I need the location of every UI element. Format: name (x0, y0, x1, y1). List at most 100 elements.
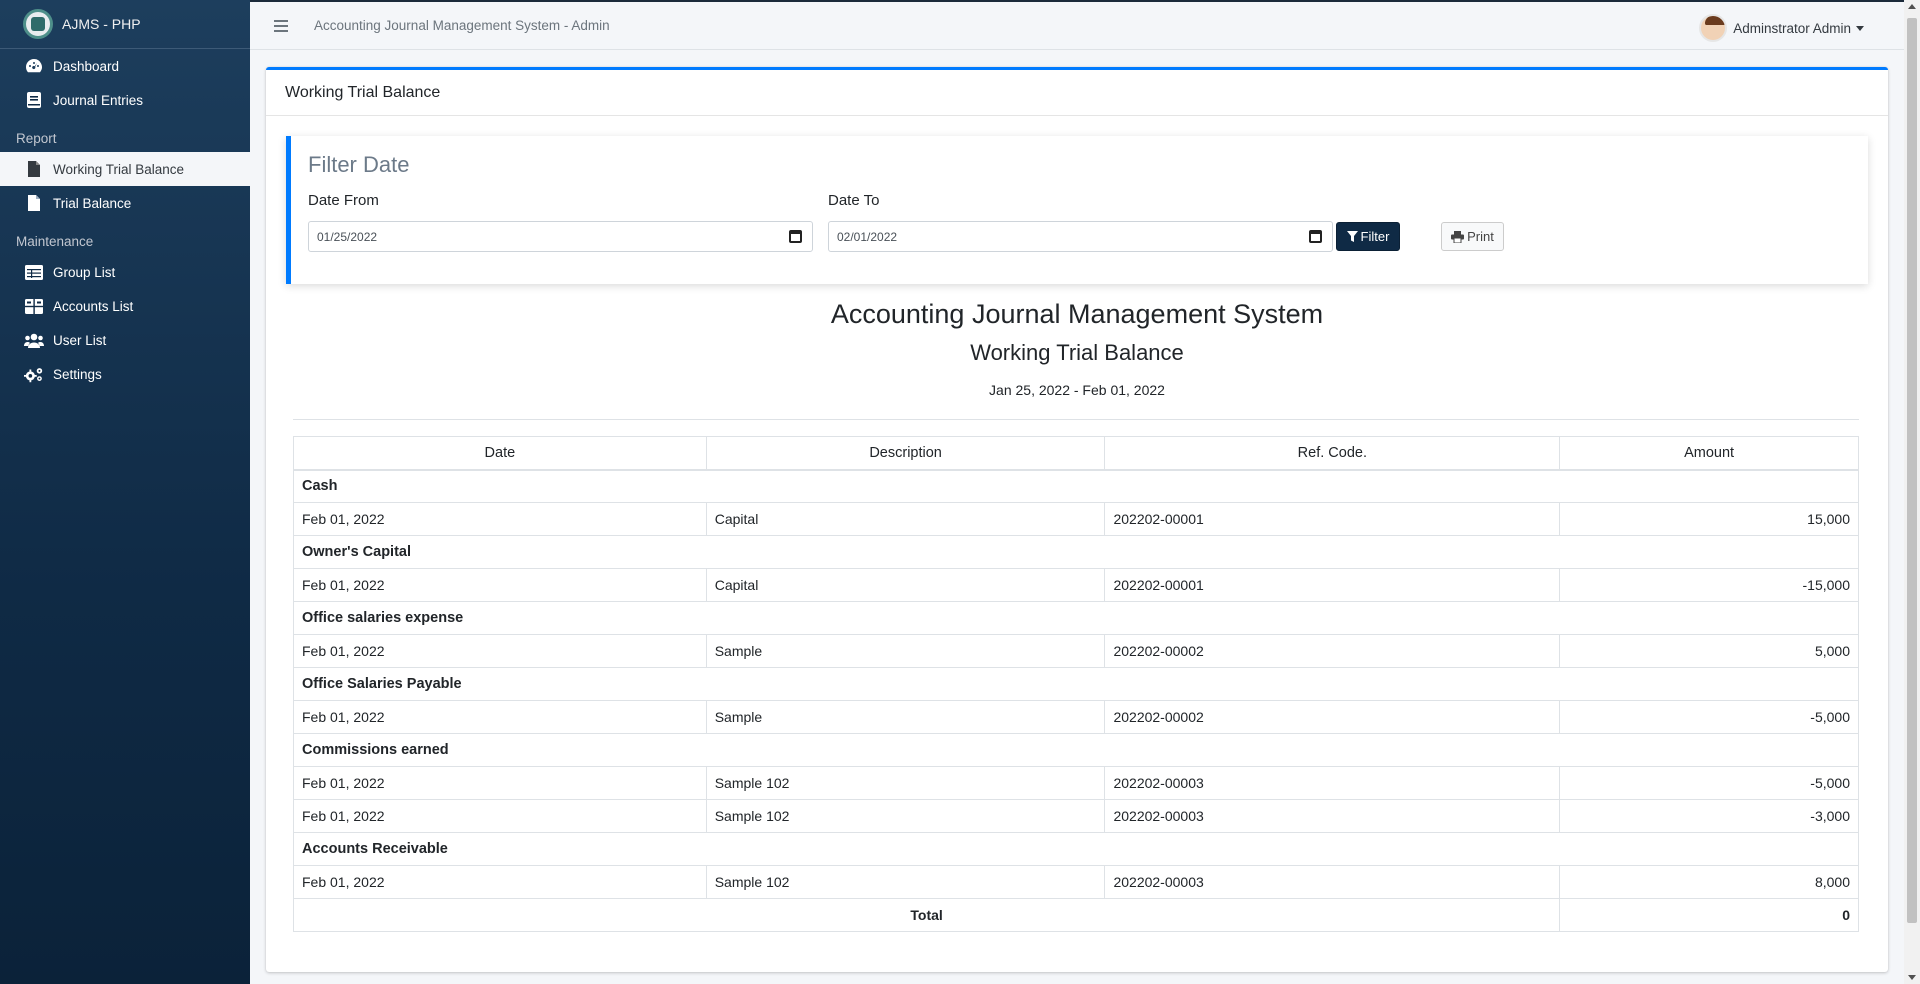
scrollbar-thumb[interactable] (1907, 18, 1917, 923)
sidebar-item-label: Group List (53, 264, 116, 280)
date-to-input[interactable]: 02/01/2022 (828, 221, 1333, 252)
date-to-label: Date To (828, 192, 880, 209)
sidebar-item-trial-balance[interactable]: Trial Balance (0, 186, 250, 220)
user-name: Adminstrator Admin (1733, 20, 1851, 36)
sidebar-item-working-trial-balance[interactable]: Working Trial Balance (0, 152, 250, 186)
report-date-range: Jan 25, 2022 - Feb 01, 2022 (989, 382, 1165, 398)
entry-amount: -15,000 (1559, 568, 1859, 602)
entry-description: Sample 102 (705, 766, 1106, 800)
table-header-row: Date Description Ref. Code. Amount (293, 436, 1859, 471)
entry-description: Sample 102 (705, 865, 1106, 899)
entry-ref-code: 202202-00003 (1104, 865, 1561, 899)
file-icon (24, 160, 44, 178)
total-row: Total 0 (292, 898, 1859, 932)
filter-button-label: Filter (1360, 229, 1390, 244)
card-title: Working Trial Balance (266, 70, 1888, 116)
system-title: Accounting Journal Management System - A… (314, 18, 610, 33)
entry-amount: -5,000 (1559, 766, 1859, 800)
entry-date: Feb 01, 2022 (293, 799, 707, 833)
report-table: Date Description Ref. Code. Amount Cash F… (292, 436, 1859, 932)
scroll-down-icon[interactable] (1908, 975, 1916, 980)
sidebar-item-label: Working Trial Balance (53, 161, 185, 177)
book-icon (24, 91, 44, 109)
sidebar-item-user-list[interactable]: User List (0, 323, 250, 357)
entry-amount: 8,000 (1559, 865, 1859, 899)
sidebar-item-settings[interactable]: Settings (0, 357, 250, 391)
menu-toggle-icon[interactable] (274, 17, 288, 35)
account-group-name: Office Salaries Payable (293, 667, 1859, 701)
cogs-icon (24, 365, 44, 383)
calendar-icon[interactable] (1309, 230, 1322, 243)
sidebar: AJMS - PHP Dashboard Journal Entries Rep… (0, 0, 250, 984)
page-scrollbar[interactable] (1904, 0, 1920, 984)
column-header-date: Date (293, 436, 707, 471)
account-group-name: Cash (293, 469, 1859, 503)
sidebar-item-group-list[interactable]: Group List (0, 255, 250, 289)
total-label: Total (292, 898, 1561, 932)
sidebar-item-label: User List (53, 332, 107, 348)
account-group-name: Office salaries expense (293, 601, 1859, 635)
divider (293, 419, 1859, 420)
entry-amount: -3,000 (1559, 799, 1859, 833)
nav-header-maintenance: Maintenance (16, 234, 94, 249)
table-row: Feb 01, 2022 Sample 202202-00002 5,000 (293, 634, 1859, 668)
nav-header-report: Report (16, 131, 57, 146)
entry-date: Feb 01, 2022 (293, 502, 707, 536)
table-row: Feb 01, 2022 Capital 202202-00001 -15,000 (293, 568, 1859, 602)
brand-text: AJMS - PHP (62, 16, 141, 32)
top-navbar: Accounting Journal Management System - A… (250, 0, 1904, 50)
entry-ref-code: 202202-00002 (1104, 700, 1561, 734)
report-system-name: Accounting Journal Management System (830, 299, 1324, 329)
entry-ref-code: 202202-00002 (1104, 634, 1561, 668)
sidebar-item-label: Accounts List (53, 298, 134, 314)
entry-date: Feb 01, 2022 (293, 568, 707, 602)
table-row: Feb 01, 2022 Sample 102 202202-00003 -5,000 (293, 766, 1859, 800)
calendar-icon[interactable] (789, 230, 802, 243)
column-header-description: Description (705, 436, 1106, 471)
account-group-name: Commissions earned (293, 733, 1859, 767)
sidebar-item-accounts-list[interactable]: Accounts List (0, 289, 250, 323)
print-icon (1451, 230, 1465, 243)
sidebar-item-journal-entries[interactable]: Journal Entries (0, 83, 250, 117)
sidebar-item-label: Settings (53, 366, 102, 382)
print-button[interactable]: Print (1441, 222, 1504, 251)
date-from-value: 01/25/2022 (317, 229, 378, 244)
date-from-label: Date From (308, 192, 379, 209)
entry-date: Feb 01, 2022 (293, 634, 707, 668)
dashboard-icon (24, 57, 44, 75)
column-header-ref-code: Ref. Code. (1104, 436, 1561, 471)
group-row: Accounts Receivable (293, 832, 1859, 866)
sidebar-item-label: Journal Entries (53, 92, 144, 108)
group-row: Owner's Capital (293, 535, 1859, 569)
entry-date: Feb 01, 2022 (293, 766, 707, 800)
date-from-input[interactable]: 01/25/2022 (308, 221, 813, 252)
table-row: Feb 01, 2022 Capital 202202-00001 15,000 (293, 502, 1859, 536)
entry-ref-code: 202202-00003 (1104, 766, 1561, 800)
entry-ref-code: 202202-00001 (1104, 568, 1561, 602)
sidebar-item-dashboard[interactable]: Dashboard (0, 49, 250, 83)
avatar (1699, 14, 1728, 42)
entry-ref-code: 202202-00003 (1104, 799, 1561, 833)
group-row: Commissions earned (293, 733, 1859, 767)
user-dropdown[interactable]: Adminstrator Admin (1699, 14, 1864, 42)
group-row: Cash (293, 469, 1859, 503)
entry-amount: 5,000 (1559, 634, 1859, 668)
account-group-name: Owner's Capital (293, 535, 1859, 569)
scroll-up-icon[interactable] (1908, 4, 1916, 9)
table-row: Feb 01, 2022 Sample 102 202202-00003 -3,000 (293, 799, 1859, 833)
file-icon (24, 194, 44, 212)
entry-date: Feb 01, 2022 (293, 865, 707, 899)
filter-panel: Filter Date Date From 01/25/2022 Date To… (286, 136, 1868, 284)
brand-logo-icon (23, 9, 53, 39)
entry-description: Capital (705, 568, 1106, 602)
th-large-icon (24, 297, 44, 315)
entry-ref-code: 202202-00001 (1104, 502, 1561, 536)
brand-link[interactable]: AJMS - PHP (0, 0, 250, 49)
filter-icon (1346, 231, 1358, 242)
table-icon (24, 263, 44, 281)
filter-button[interactable]: Filter (1336, 222, 1400, 251)
group-row: Office salaries expense (293, 601, 1859, 635)
report-name: Working Trial Balance (970, 340, 1184, 365)
sidebar-item-label: Dashboard (53, 58, 120, 74)
users-icon (24, 331, 44, 349)
